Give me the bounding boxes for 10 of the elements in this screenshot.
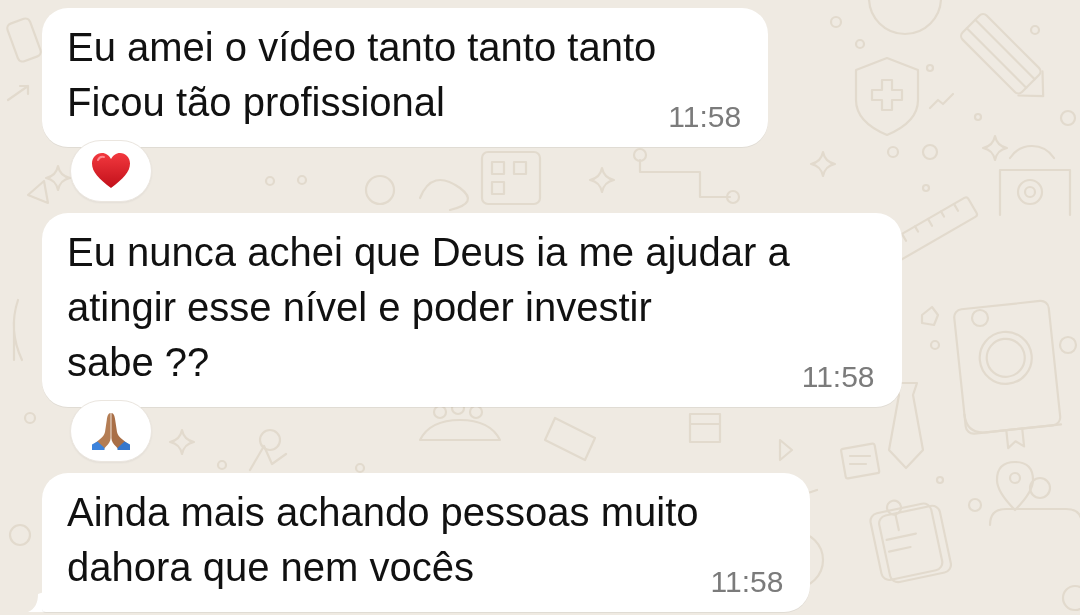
praying-hands-icon bbox=[91, 412, 131, 450]
message-time: 11:58 bbox=[801, 364, 875, 390]
message-text: Ainda mais achando pessoas muito dahora que nem vocês bbox=[67, 489, 699, 591]
message-text: Eu nunca achei que Deus ia me ajudar a atingir esse nível e poder investir sabe ?? bbox=[67, 229, 790, 386]
message-time: 11:58 bbox=[668, 104, 742, 130]
message-time: 11:58 bbox=[710, 569, 784, 595]
heart-icon bbox=[91, 152, 131, 190]
message-text: Eu amei o vídeo tanto tanto tanto Ficou tão profissional bbox=[67, 24, 657, 126]
reaction-pill[interactable] bbox=[70, 400, 152, 462]
reaction-pill[interactable] bbox=[70, 140, 152, 202]
